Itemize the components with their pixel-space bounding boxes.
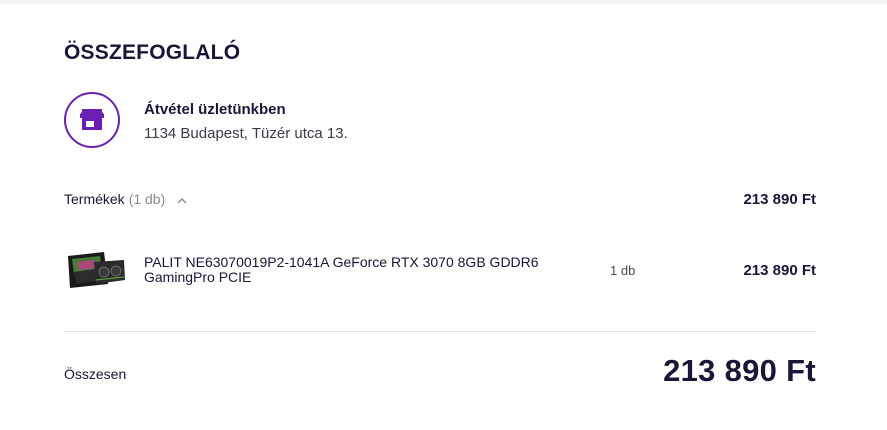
item-name: PALIT NE63070019P2-1041A GeForce RTX 307… <box>144 254 539 285</box>
products-count: (1 db) <box>128 191 166 207</box>
summary-title: ÖSSZEFOGLALÓ <box>64 41 241 64</box>
products-total: 213 890 Ft <box>743 191 816 208</box>
divider <box>64 331 816 332</box>
grand-total-value: 213 890 Ft <box>663 353 816 388</box>
grand-total-label: Összesen <box>64 366 127 382</box>
pickup-method-title: Átvétel üzletünkben <box>144 101 286 118</box>
products-label: Termékek <box>64 191 125 207</box>
item-price: 213 890 Ft <box>743 262 816 279</box>
store-icon-glyph <box>80 109 104 130</box>
item-quantity: 1 db <box>610 263 636 278</box>
store-icon <box>64 92 120 148</box>
cart-item: PALIT NE63070019P2-1041A GeForce RTX 307… <box>64 248 816 292</box>
graphics-card-image <box>64 250 126 290</box>
chevron-up-icon <box>177 191 187 207</box>
pickup-address: 1134 Budapest, Tüzér utca 13. <box>144 125 348 142</box>
order-summary: ÖSSZEFOGLALÓ Átvétel üzletünkben 1134 Bu… <box>64 0 816 430</box>
products-toggle[interactable]: Termékek (1 db) <box>64 191 187 207</box>
